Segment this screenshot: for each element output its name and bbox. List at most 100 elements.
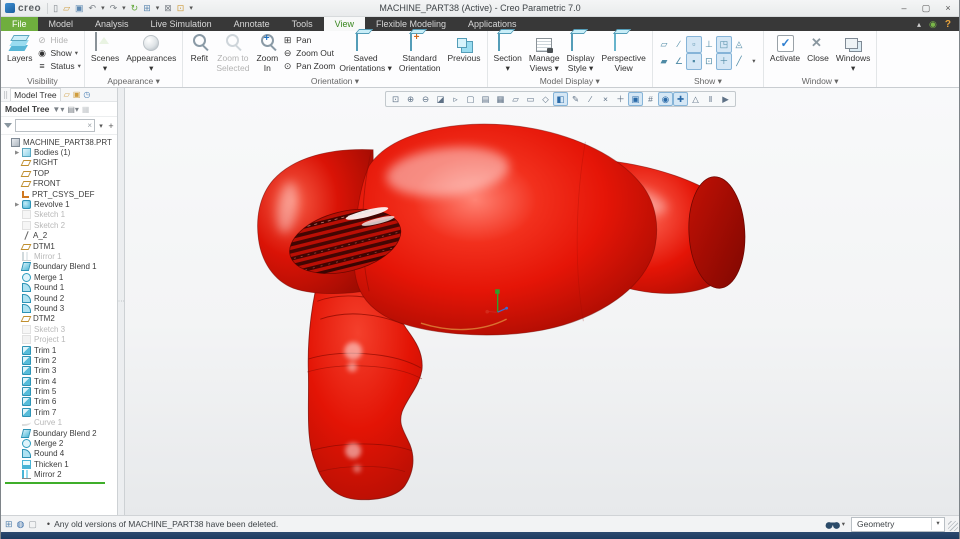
manage-views-button[interactable]: Manage Views ▾ — [526, 32, 563, 74]
tree-item[interactable]: ▶ Trim 6 — [1, 397, 117, 407]
refit-button[interactable]: Refit — [186, 32, 212, 65]
model-check-icon[interactable]: ▢ — [28, 519, 37, 530]
tree-item[interactable]: ▶ Project 1 — [1, 334, 117, 345]
standard-orientation-button[interactable]: Standard Orientation — [396, 32, 444, 74]
insert-here-indicator[interactable] — [5, 481, 105, 484]
tree-item[interactable]: ▶ Mirror 1 — [1, 251, 117, 261]
previous-view-button[interactable]: Previous — [444, 32, 483, 65]
window-settings-dropdown-icon[interactable]: ▾ — [155, 3, 161, 14]
close-button[interactable]: × — [937, 1, 959, 16]
window-settings-icon[interactable]: ⊞ — [142, 3, 152, 14]
status-button[interactable]: ≡ Status ▾ — [37, 60, 81, 72]
tree-item[interactable]: ▶ Boundary Blend 2 — [1, 428, 117, 438]
tree-item[interactable]: ▶ DTM1 — [1, 241, 117, 251]
tree-item[interactable]: ▶ Trim 5 — [1, 386, 117, 397]
new-window-icon[interactable]: ⊡ — [176, 3, 186, 14]
panel-grip[interactable]: ⣿ — [3, 91, 8, 99]
windows-button[interactable]: Windows ▾ — [833, 32, 873, 74]
plane-tag-display-toggle[interactable]: ▱ — [656, 36, 672, 53]
tree-columns-icon[interactable]: ▤▾ — [67, 105, 79, 114]
redo-icon[interactable]: ↷ — [109, 3, 119, 14]
tree-item[interactable]: ▶ DTM2 — [1, 314, 117, 324]
undo-dropdown-icon[interactable]: ▾ — [100, 3, 106, 14]
tree-filters-icon[interactable]: ▼▾ — [52, 105, 64, 114]
tree-item[interactable]: ▶ Round 3 — [1, 303, 117, 313]
regenerate-icon[interactable]: ↻ — [130, 3, 140, 14]
tree-item[interactable]: ▶ Trim 4 — [1, 376, 117, 386]
expand-arrow-icon[interactable]: ▶ — [15, 202, 22, 208]
filter-funnel-icon[interactable] — [4, 123, 12, 128]
tab-live-simulation[interactable]: Live Simulation — [140, 17, 223, 31]
save-icon[interactable]: ▣ — [74, 3, 85, 14]
annotation-display-toggle[interactable]: ╱ — [731, 53, 747, 70]
history-icon[interactable]: ◷ — [83, 90, 90, 99]
tree-item[interactable]: ▶ Merge 2 — [1, 438, 117, 449]
tree-item[interactable]: ▶ A_2 — [1, 231, 117, 241]
feature-list-icon[interactable]: ⊞ — [5, 519, 13, 530]
zoom-to-selected-button[interactable]: Zoom to Selected — [213, 32, 252, 74]
tab-annotate[interactable]: Annotate — [223, 17, 281, 31]
maximize-button[interactable]: ▢ — [915, 1, 937, 16]
panel-splitter[interactable]: ⋮ — [118, 88, 125, 515]
annotation-tag-display-toggle[interactable]: ◳ — [715, 36, 732, 53]
model-tree-tab[interactable]: Model Tree — [10, 88, 61, 101]
new-file-icon[interactable]: ▯ — [52, 3, 59, 14]
tree-search-input[interactable]: × — [15, 119, 95, 132]
zoom-out-button[interactable]: ⊖ Zoom Out — [282, 47, 335, 59]
spacer[interactable] — [746, 36, 762, 53]
resize-grip[interactable] — [948, 521, 958, 531]
tree-item[interactable]: ▶ Merge 1 — [1, 272, 117, 282]
redo-dropdown-icon[interactable]: ▾ — [121, 3, 127, 14]
display-style-button[interactable]: Display Style ▾ — [564, 32, 598, 74]
close-window-button[interactable]: Close — [804, 32, 832, 65]
search-tool-button[interactable]: ▾ — [825, 519, 845, 530]
user-account-icon[interactable]: ◉ — [929, 19, 937, 30]
tree-item[interactable]: ▶ Trim 1 — [1, 345, 117, 355]
csys-display-toggle[interactable]: ⊡ — [701, 53, 717, 70]
customize-toolbar-icon[interactable]: ▾ — [188, 3, 194, 14]
dragger-display-toggle[interactable]: ◬ — [731, 36, 747, 53]
graphics-area[interactable]: ⊡ ⊕ ⊖ ◪ ▹ ▢ ▤ ▦ ▱ ▭ ◇ ◧ ✎ ∕ × ＋ ▣ # ◉ ✚ △ ‖ ▶ — [125, 88, 959, 515]
tree-item[interactable]: ▶ Round 4 — [1, 449, 117, 459]
folder-browser-icon[interactable]: ▱ — [64, 90, 70, 99]
favorites-icon[interactable]: ▣ — [73, 90, 81, 99]
tree-item[interactable]: ▶ Boundary Blend 1 — [1, 262, 117, 272]
tree-item[interactable]: ▶ Sketch 1 — [1, 210, 117, 220]
hide-button[interactable]: ⊘ Hide — [37, 34, 81, 46]
close-window-icon[interactable]: ⊠ — [163, 3, 173, 14]
tab-flexible-modeling[interactable]: Flexible Modeling — [365, 17, 457, 31]
tree-item[interactable]: ▶ FRONT — [1, 179, 117, 189]
tree-item[interactable]: ▶ Trim 3 — [1, 366, 117, 376]
tab-file[interactable]: File — [1, 17, 38, 31]
point-display-toggle[interactable]: ▪ — [685, 53, 702, 70]
tree-item[interactable]: ▶ Thicken 1 — [1, 459, 117, 469]
selection-filter-dropdown[interactable]: Geometry ▾ — [851, 516, 945, 532]
tab-applications[interactable]: Applications — [457, 17, 528, 31]
open-file-icon[interactable]: ▱ — [62, 3, 71, 14]
tree-item[interactable]: ▶ Mirror 2 — [1, 470, 117, 480]
axis-tag-display-toggle[interactable]: ∕ — [671, 36, 687, 53]
tab-analysis[interactable]: Analysis — [84, 17, 140, 31]
saved-orientations-button[interactable]: Saved Orientations ▾ — [336, 32, 394, 74]
axis-display-toggle[interactable]: ∠ — [671, 53, 687, 70]
help-icon[interactable]: ? — [945, 19, 951, 30]
csys-tag-display-toggle[interactable]: ⊥ — [701, 36, 717, 53]
minimize-button[interactable]: – — [893, 1, 915, 16]
scenes-button[interactable]: Scenes ▾ — [88, 32, 122, 74]
activate-button[interactable]: Activate — [767, 32, 803, 65]
show-button[interactable]: ◉ Show ▾ — [37, 47, 81, 59]
tab-model[interactable]: Model — [38, 17, 85, 31]
layers-button[interactable]: Layers — [4, 32, 36, 65]
tree-item[interactable]: ▶ RIGHT — [1, 158, 117, 168]
pan-zoom-button[interactable]: ⊙ Pan Zoom — [282, 60, 336, 72]
spin-center-toggle[interactable]: ＋ — [715, 53, 732, 70]
expand-all-icon[interactable]: + — [107, 121, 115, 131]
tree-item[interactable]: ▶ Curve 1 — [1, 418, 117, 428]
tree-item[interactable]: ▶ TOP — [1, 168, 117, 178]
tree-item[interactable]: ▶ Round 1 — [1, 282, 117, 293]
undo-icon[interactable]: ↶ — [88, 3, 98, 14]
expand-arrow-icon[interactable]: ▶ — [15, 150, 22, 156]
point-tag-display-toggle[interactable]: ▫ — [685, 36, 702, 53]
tree-item[interactable]: ▶ PRT_CSYS_DEF — [1, 189, 117, 199]
tree-item[interactable]: ▶ Trim 7 — [1, 407, 117, 417]
